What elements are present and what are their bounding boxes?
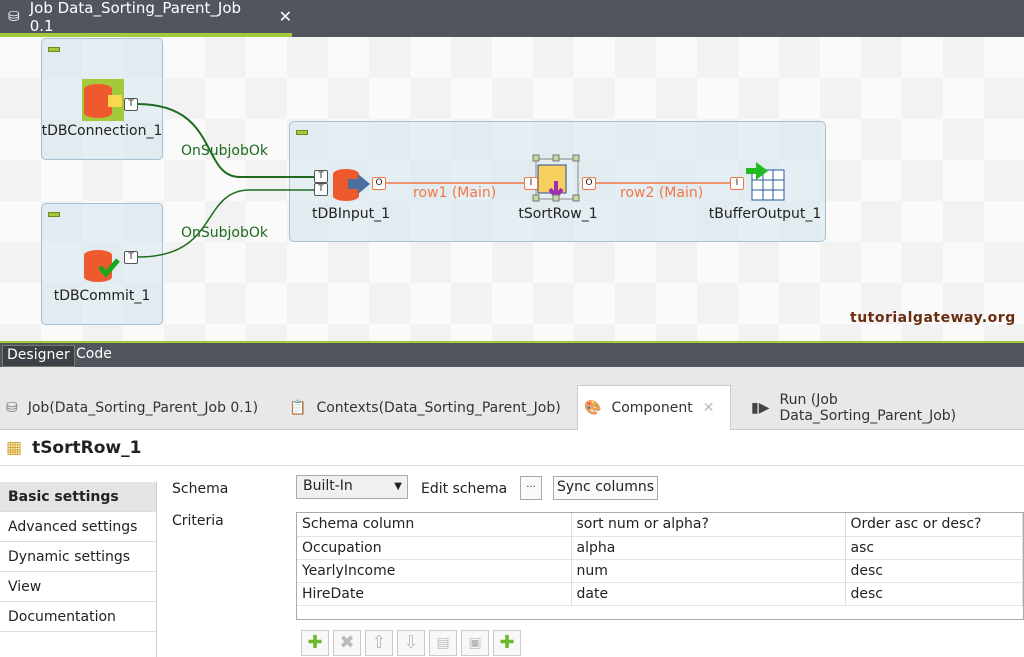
connections (82, 79, 785, 282)
sort-icon: ▦ (6, 437, 23, 458)
sidebar-item-view[interactable]: View (0, 572, 156, 602)
chevron-down-icon: ▼ (394, 481, 402, 492)
onsubjobok-link-2 (137, 189, 316, 258)
run-icon: ▮▶ (751, 399, 770, 416)
cell[interactable]: asc (845, 536, 1023, 560)
input-port[interactable]: I (730, 177, 744, 190)
link-label[interactable]: OnSubjobOk (181, 143, 268, 159)
add-icon[interactable]: ✚ (301, 630, 329, 656)
tab-designer[interactable]: Designer (2, 345, 75, 367)
edit-schema-label: Edit schema (421, 481, 508, 497)
cell[interactable]: YearlyIncome (297, 559, 572, 583)
cell[interactable]: HireDate (297, 582, 572, 606)
tab-label: Contexts(Data_Sorting_Parent_Job) (316, 399, 561, 416)
criteria-table: Schema column sort num or alpha? Order asc… (296, 512, 1024, 620)
move-down-icon[interactable]: ⇩ (397, 630, 425, 656)
sidebar-item-documentation[interactable]: Documentation (0, 602, 156, 632)
db-input-icon (333, 169, 370, 201)
designer-canvas[interactable]: T T T T O I O I tDBConnection_1 tDBCommi… (0, 37, 1024, 341)
edit-schema-button[interactable]: ... (520, 476, 542, 500)
trigger-port[interactable]: T (124, 98, 138, 111)
close-icon[interactable]: ✕ (703, 400, 715, 416)
sidebar-item-dynamic-settings[interactable]: Dynamic settings (0, 542, 156, 572)
remove-icon[interactable]: ✖ (333, 630, 361, 656)
cell[interactable]: date (571, 582, 846, 606)
schema-value: Built-In (303, 478, 353, 494)
tab-label: Component (611, 400, 693, 416)
input-port[interactable]: I (524, 177, 538, 190)
sidebar-item-basic-settings[interactable]: Basic settings (0, 482, 156, 512)
job-tab-title: Job Data_Sorting_Parent_Job 0.1 (29, 0, 242, 35)
column-header[interactable]: Schema column (297, 513, 572, 537)
schema-select[interactable]: Built-In ▼ (296, 475, 408, 499)
job-editor-tab[interactable]: ⛁ Job Data_Sorting_Parent_Job 0.1 ✕ (0, 0, 292, 37)
tab-job[interactable]: ⛁ Job(Data_Sorting_Parent_Job 0.1) (0, 385, 264, 430)
component-tdbinput[interactable]: tDBInput_1 (312, 206, 390, 222)
tab-component[interactable]: 🎨 Component ✕ (577, 385, 731, 430)
view-tab-bar: Designer Code (0, 341, 1024, 367)
tab-contexts[interactable]: 📋 Contexts(Data_Sorting_Parent_Job) (283, 385, 567, 430)
trigger-port[interactable]: T (314, 183, 328, 196)
editor-tab-bar: ⛁ Job Data_Sorting_Parent_Job 0.1 ✕ (0, 0, 1024, 37)
component-title: tSortRow_1 (32, 437, 142, 458)
schema-label: Schema (172, 481, 229, 497)
cell[interactable]: Occupation (297, 536, 572, 560)
tab-label: Job(Data_Sorting_Parent_Job 0.1) (27, 399, 259, 416)
bottom-tab-bar: ⛁ Job(Data_Sorting_Parent_Job 0.1) 📋 Conte… (0, 367, 1024, 430)
tab-run[interactable]: ▮▶ Run (Job Data_Sorting_Parent_Job) (745, 385, 1024, 430)
link-label[interactable]: row1 (Main) (413, 185, 496, 201)
trigger-port[interactable]: T (314, 170, 328, 183)
table-row: HireDate date desc (297, 582, 1023, 606)
copy-icon[interactable]: ▤ (429, 630, 457, 656)
link-label[interactable]: OnSubjobOk (181, 225, 268, 241)
table-row: Occupation alpha asc (297, 536, 1023, 560)
palette-icon: 🎨 (584, 400, 602, 416)
watermark: tutorialgateway.org (850, 310, 1016, 326)
component-header: ▦ tSortRow_1 (0, 430, 1024, 466)
cell[interactable]: num (571, 559, 846, 583)
component-tbufferoutput[interactable]: tBufferOutput_1 (709, 206, 822, 222)
table-row: YearlyIncome num desc (297, 559, 1023, 583)
component-tdbcommit[interactable]: tDBCommit_1 (54, 288, 151, 304)
cell[interactable]: desc (845, 582, 1023, 606)
job-icon: ⛁ (8, 8, 20, 25)
db-commit-icon (84, 250, 120, 282)
component-tsortrow[interactable]: tSortRow_1 (518, 206, 597, 222)
output-port[interactable]: O (372, 177, 386, 190)
link-label[interactable]: row2 (Main) (620, 185, 703, 201)
output-port[interactable]: O (582, 177, 596, 190)
tab-label: Run (Job Data_Sorting_Parent_Job) (779, 391, 957, 424)
buffer-output-icon (746, 162, 785, 201)
close-icon[interactable]: ✕ (279, 7, 292, 26)
criteria-label: Criteria (172, 513, 224, 529)
settings-sidebar: Basic settings Advanced settings Dynamic… (0, 482, 157, 657)
trigger-port[interactable]: T (124, 251, 138, 264)
cell[interactable]: desc (845, 559, 1023, 583)
sync-columns-button[interactable]: Sync columns (553, 476, 659, 500)
add-all-icon[interactable]: ✚ (493, 630, 521, 656)
tab-code[interactable]: Code (72, 345, 116, 367)
component-tdbconnection[interactable]: tDBConnection_1 (42, 123, 163, 139)
sort-icon (532, 154, 580, 202)
cell[interactable]: alpha (571, 536, 846, 560)
column-header[interactable]: sort num or alpha? (571, 513, 846, 537)
move-up-icon[interactable]: ⇧ (365, 630, 393, 656)
onsubjobok-link-1 (136, 103, 316, 178)
column-header[interactable]: Order asc or desc? (845, 513, 1023, 537)
clipboard-check-icon: 📋 (289, 399, 307, 416)
paste-icon[interactable]: ▣ (461, 630, 489, 656)
job-icon: ⛁ (6, 399, 18, 416)
table-header: Schema column sort num or alpha? Order asc… (297, 513, 1023, 537)
sidebar-item-advanced-settings[interactable]: Advanced settings (0, 512, 156, 542)
